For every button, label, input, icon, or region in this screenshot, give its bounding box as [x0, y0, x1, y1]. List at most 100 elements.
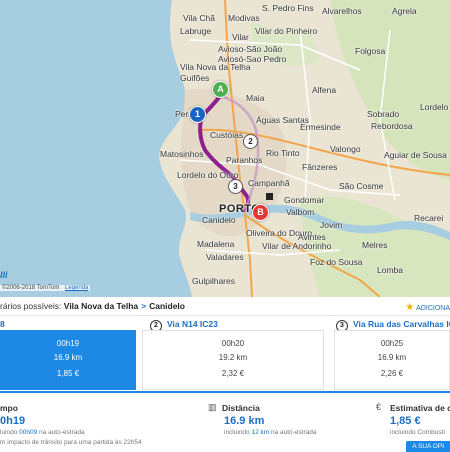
- route-option-time: 00h20: [221, 339, 245, 348]
- time-note-prefix: luindo: [0, 429, 20, 436]
- route-step-3[interactable]: 3: [228, 179, 243, 194]
- route-option-2[interactable]: 2 Via N14 IC23 00h20 19.2 km 2,32 €: [142, 315, 328, 390]
- time-note-highlight: 00h09: [19, 429, 38, 436]
- route-option-card[interactable]: 00h20 19.2 km 2,32 €: [142, 330, 324, 390]
- map-label-aviao-sao-joao: Avioso-São João: [218, 44, 283, 54]
- routes-separator: >: [141, 301, 147, 311]
- map-label-rebordosa: Rebordosa: [371, 121, 413, 131]
- map-label-valongo: Valongo: [330, 144, 361, 154]
- route-option-distance: 16.9 km: [377, 353, 407, 362]
- map-label-avintes: Avintes: [298, 232, 326, 242]
- map-label-alvarelhos: Alvarelhos: [322, 6, 362, 16]
- route-option-1[interactable]: 8 00h19 16.9 km 1,85 €: [0, 315, 138, 390]
- map-label-rio-tinto: Rio Tinto: [266, 148, 300, 158]
- map-label-vilar-do-pinheiro: Vilar do Pinheiro: [255, 26, 318, 36]
- map-label-sobrado: Sobrado: [367, 109, 400, 119]
- time-label: mpo: [0, 403, 18, 413]
- map-label-aguiar-de-sousa: Aguiar de Sousa: [384, 150, 447, 160]
- routes-origin: Vila Nova da Telha: [63, 301, 139, 311]
- routes-destination: Canidelo: [149, 301, 185, 311]
- time-note-suffix: na auto-estrada: [37, 429, 85, 436]
- map-label-matosinhos: Matosinhos: [160, 149, 204, 159]
- distance-note-highlight: 12 km: [251, 429, 270, 436]
- route-option-name: 8: [0, 319, 5, 329]
- route-option-cost: 1,85 €: [56, 369, 80, 378]
- distance-note-suffix: na auto-estrada: [269, 429, 317, 436]
- brand-logo: lli: [0, 270, 8, 280]
- time-value: 0h19: [0, 415, 26, 427]
- distance-label: Distância: [222, 403, 260, 413]
- map-label-gondomar: Gondomar: [284, 195, 325, 205]
- route-option-cost: 2,26 €: [380, 369, 404, 378]
- map-label-sao-cosme: São Cosme: [339, 181, 384, 191]
- distance-note: incluindo 12 km na auto-estrada: [224, 429, 317, 436]
- route-option-card[interactable]: 00h25 16.9 km 2,26 €: [334, 330, 450, 390]
- map-label-lordelo-do-ouro: Lordelo do Ouro: [177, 170, 239, 180]
- add-favourite-button[interactable]: ★ ADICIONA: [405, 302, 450, 313]
- route-end-pin[interactable]: B: [252, 204, 269, 221]
- map-label-modivas: Modivas: [228, 13, 260, 23]
- routes-prefix: rários possíveis:: [0, 301, 62, 311]
- map-label-vilar: Vilar: [232, 32, 249, 42]
- map-label-labruge: Labruge: [180, 26, 212, 36]
- star-icon: ★: [405, 302, 415, 313]
- map-label-alfena: Alfena: [312, 85, 337, 95]
- map-label-maia: Maia: [246, 93, 265, 103]
- cost-label: Estimativa de c: [390, 403, 450, 413]
- route-option-name: Via Rua das Carvalhas IC1: [353, 319, 450, 329]
- route-option-distance: 19.2 km: [218, 353, 248, 362]
- route-start-pin[interactable]: A: [212, 81, 229, 98]
- map-label-valbom: Valbom: [286, 207, 315, 217]
- map-label-vila-nova-da-telha: Vila Nova da Telha: [180, 62, 251, 72]
- distance-note-prefix: incluindo: [224, 429, 252, 436]
- map-label-canidelo: Canidelo: [202, 215, 236, 225]
- map-label-vilar-de-andorinho: Vilar de Andorinho: [262, 241, 332, 251]
- map-label-vila-cha: Vila Chã: [183, 13, 215, 23]
- map-label-gulpilhares: Gulpilhares: [192, 276, 235, 286]
- time-note: luindo 00h09 na auto-estrada: [0, 429, 85, 436]
- route-map[interactable]: Vila Chã Modivas Vilar do Pinheiro Vilar…: [0, 0, 450, 297]
- map-label-lomba: Lomba: [377, 265, 403, 275]
- route-option-time: 00h25: [380, 339, 404, 348]
- map-label-campanha: Campanhã: [248, 178, 290, 188]
- cost-note: incluindo Combusti: [390, 429, 445, 436]
- time-stat: mpo 0h19 luindo 00h09 na auto-estrada m …: [0, 393, 200, 450]
- route-waypoint-pin[interactable]: 1: [189, 106, 206, 123]
- route-option-cost: 2,32 €: [221, 369, 245, 378]
- route-option-header: 8: [0, 319, 5, 329]
- route-option-distance: 16.9 km: [53, 353, 83, 362]
- map-label-jovim: Jovim: [320, 220, 343, 230]
- map-label-agrela: Agrela: [392, 6, 417, 16]
- map-label-foz-do-sousa: Foz do Sousa: [310, 257, 363, 267]
- map-label-custoias: Custóias: [210, 130, 244, 140]
- map-label-paranhos: Paranhos: [226, 155, 263, 165]
- map-label-fanzeres: Fânzeres: [302, 162, 338, 172]
- routes-summary: rários possíveis: Vila Nova da Telha > Can…: [0, 301, 185, 311]
- distance-value: 16.9 km: [224, 415, 265, 427]
- map-label-recarei: Recarei: [414, 213, 444, 223]
- map-label-madalena: Madalena: [197, 239, 235, 249]
- add-favourite-label: ADICIONA: [416, 305, 450, 312]
- route-step-2[interactable]: 2: [243, 134, 258, 149]
- traffic-note: m impacto de trânsito para uma partida à…: [0, 439, 142, 446]
- route-option-name: Via N14 IC23: [167, 319, 218, 329]
- cost-value: 1,85 €: [390, 415, 421, 427]
- route-option-time: 00h19: [56, 339, 80, 348]
- euro-icon: €: [376, 402, 382, 412]
- map-label-melres: Melres: [362, 240, 388, 250]
- legend-link[interactable]: Legenda: [65, 285, 88, 291]
- map-label-ermesinde: Ermesinde: [300, 122, 341, 132]
- route-options: 8 00h19 16.9 km 1,85 € 2 Via N14 IC23 00h…: [0, 315, 450, 391]
- map-copyright: ©2006-2018 TomTom Legenda: [0, 285, 91, 291]
- map-label-s-pedro-fins: S. Pedro Fins: [262, 3, 314, 13]
- map-label-valadares: Valadares: [206, 252, 244, 262]
- routes-header: rários possíveis: Vila Nova da Telha > Can…: [0, 297, 450, 316]
- route-option-card[interactable]: 00h19 16.9 km 1,85 €: [0, 330, 136, 390]
- road-icon: ▥: [208, 402, 217, 412]
- map-label-lordelo-2: Lordelo: [420, 102, 449, 112]
- map-label-guifoes: Guifões: [180, 73, 210, 83]
- your-options-button[interactable]: A SUA OPI: [406, 441, 450, 452]
- route-summary-stats: mpo 0h19 luindo 00h09 na auto-estrada m …: [0, 391, 450, 452]
- route-option-3[interactable]: 3 Via Rua das Carvalhas IC1 00h25 16.9 km…: [334, 315, 450, 390]
- copyright-text: ©2006-2018 TomTom: [2, 285, 60, 291]
